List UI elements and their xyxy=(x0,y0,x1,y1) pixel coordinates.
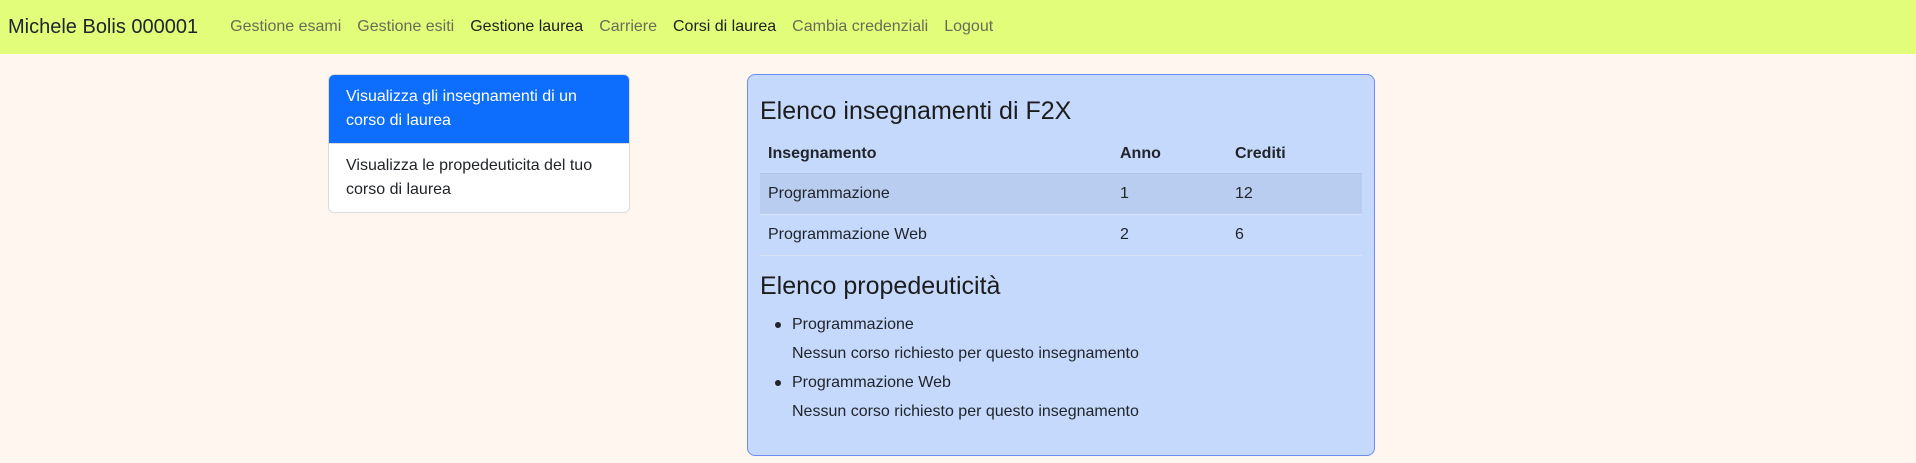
nav-link-logout[interactable]: Logout xyxy=(936,18,1001,36)
top-navbar: Michele Bolis 000001 Gestione esami Gest… xyxy=(0,0,1916,54)
prerequisite-note: Nessun corso richiesto per questo insegn… xyxy=(792,344,1139,362)
cell-insegnamento: Programmazione xyxy=(760,173,1112,215)
table-row: Programmazione Web 2 6 xyxy=(760,214,1362,256)
bullet-icon xyxy=(775,321,781,328)
header-crediti: Crediti xyxy=(1227,135,1362,174)
header-anno: Anno xyxy=(1112,135,1227,174)
brand-user-name[interactable]: Michele Bolis 000001 xyxy=(8,16,198,39)
nav-link-gestione-esiti[interactable]: Gestione esiti xyxy=(349,18,462,36)
cell-anno: 2 xyxy=(1112,214,1227,256)
header-insegnamento: Insegnamento xyxy=(760,135,1112,174)
courses-title: Elenco insegnamenti di F2X xyxy=(760,97,1072,125)
sidebar-item-propedeuticita[interactable]: Visualizza le propedeuticita del tuo cor… xyxy=(329,143,629,212)
list-item: Programmazione Nessun corso richiesto pe… xyxy=(775,310,1362,368)
cell-crediti: 6 xyxy=(1227,214,1362,256)
table-header-row: Insegnamento Anno Crediti xyxy=(760,135,1362,174)
nav-link-cambia-credenziali[interactable]: Cambia credenziali xyxy=(784,18,936,36)
courses-table: Insegnamento Anno Crediti Programmazione… xyxy=(760,135,1362,256)
sidebar-item-insegnamenti[interactable]: Visualizza gli insegnamenti di un corso … xyxy=(329,75,629,143)
course-details-card: Elenco insegnamenti di F2X Insegnamento … xyxy=(747,74,1375,456)
nav-link-carriere[interactable]: Carriere xyxy=(591,18,665,36)
table-row: Programmazione 1 12 xyxy=(760,173,1362,215)
bullet-icon xyxy=(775,379,781,386)
nav-link-gestione-esami[interactable]: Gestione esami xyxy=(222,18,349,36)
sidebar-menu: Visualizza gli insegnamenti di un corso … xyxy=(328,74,630,213)
prerequisite-course-name: Programmazione xyxy=(792,315,914,333)
prerequisites-title: Elenco propedeuticità xyxy=(760,271,1001,300)
nav-link-corsi-di-laurea[interactable]: Corsi di laurea xyxy=(665,18,784,36)
cell-anno: 1 xyxy=(1112,173,1227,215)
nav-link-gestione-laurea[interactable]: Gestione laurea xyxy=(462,18,591,36)
list-item: Programmazione Web Nessun corso richiest… xyxy=(775,368,1362,426)
prerequisite-course-name: Programmazione Web xyxy=(792,373,951,391)
cell-crediti: 12 xyxy=(1227,173,1362,215)
prerequisites-list: Programmazione Nessun corso richiesto pe… xyxy=(760,310,1362,426)
prerequisite-note: Nessun corso richiesto per questo insegn… xyxy=(792,402,1139,420)
cell-insegnamento: Programmazione Web xyxy=(760,214,1112,256)
